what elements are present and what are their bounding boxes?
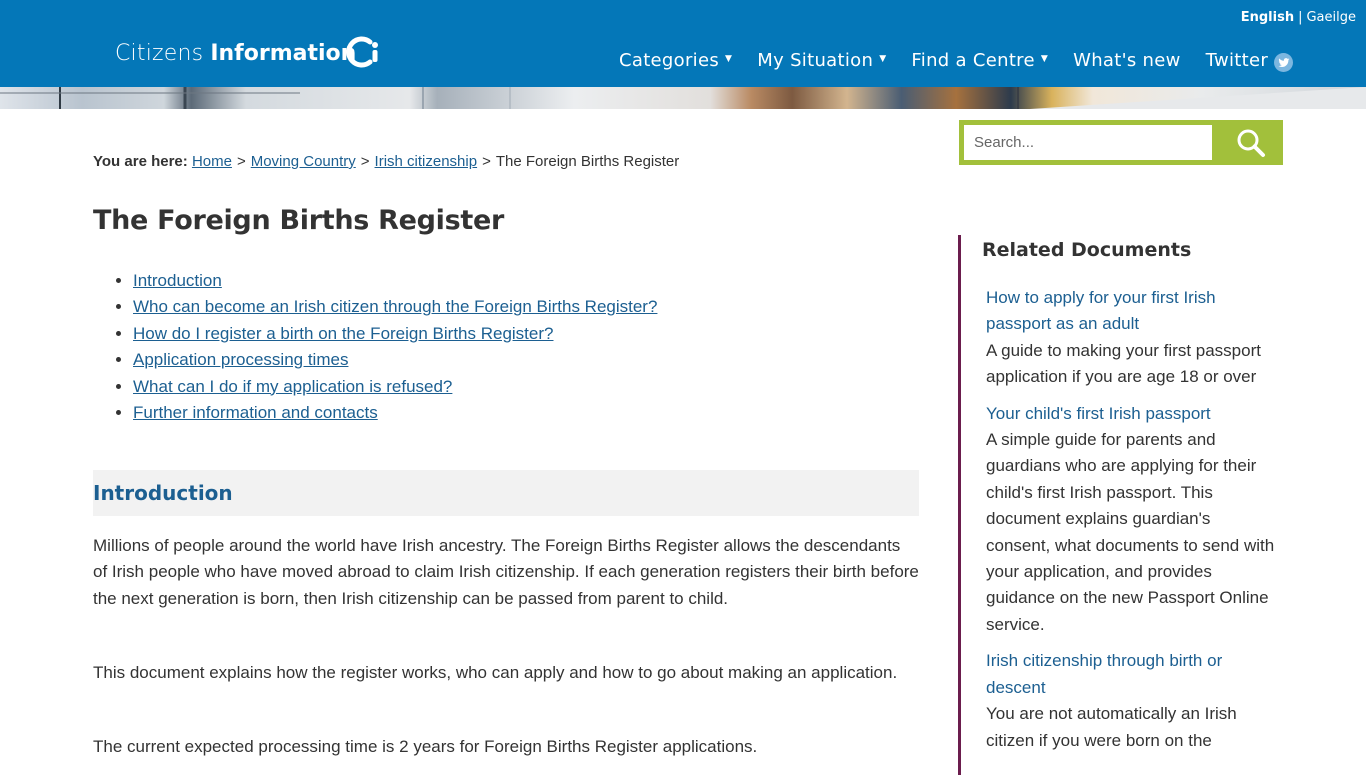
- intro-paragraph-1: Millions of people around the world have…: [93, 536, 919, 608]
- toc-link-refused[interactable]: What can I do if my application is refus…: [133, 377, 452, 396]
- breadcrumb-separator: >: [236, 153, 246, 170]
- main-nav: Categories ▼ My Situation ▼ Find a Centr…: [619, 50, 1318, 72]
- related-description: A guide to making your first passport ap…: [986, 340, 1261, 387]
- magnifier-icon: [1237, 129, 1265, 157]
- section-header-introduction: Introduction: [93, 470, 919, 516]
- breadcrumb-current: The Foreign Births Register: [495, 153, 680, 170]
- lang-separator: |: [1298, 10, 1303, 25]
- toc-item: Further information and contacts: [133, 400, 657, 426]
- related-description: A simple guide for parents and guardians…: [986, 430, 1275, 634]
- breadcrumb-label: You are here:: [93, 153, 188, 170]
- related-link[interactable]: How to apply for your first Irish passpo…: [986, 285, 1276, 338]
- header-banner-image: [0, 87, 1366, 109]
- caret-down-icon: ▼: [879, 53, 887, 64]
- logo-ci-icon: [346, 36, 378, 68]
- breadcrumb-link-home[interactable]: Home: [192, 153, 232, 170]
- toc-link-how-do-i-register[interactable]: How do I register a birth on the Foreign…: [133, 324, 553, 343]
- site-logo[interactable]: Citizens Information: [115, 33, 356, 73]
- related-link[interactable]: Irish citizenship through birth or desce…: [986, 648, 1276, 701]
- related-documents-list: How to apply for your first Irish passpo…: [986, 285, 1276, 764]
- section-heading: Introduction: [93, 481, 233, 505]
- sidebar-title: Related Documents: [982, 239, 1192, 261]
- breadcrumb-link-irish-citizenship[interactable]: Irish citizenship: [375, 153, 478, 170]
- caret-down-icon: ▼: [1040, 53, 1049, 64]
- related-item: Your child's first Irish passport A simp…: [986, 401, 1276, 639]
- nav-find-a-centre[interactable]: Find a Centre ▼: [911, 50, 1048, 71]
- caret-down-icon: ▼: [725, 53, 733, 64]
- lang-gaeilge-link[interactable]: Gaeilge: [1306, 10, 1356, 25]
- nav-whats-new-label: What's new: [1073, 50, 1181, 71]
- nav-my-situation[interactable]: My Situation ▼: [757, 50, 886, 71]
- toc-link-who-can-become[interactable]: Who can become an Irish citizen through …: [133, 297, 657, 316]
- nav-twitter-label: Twitter: [1205, 50, 1269, 71]
- related-documents-sidebar: Related Documents How to apply for your …: [958, 235, 1288, 775]
- toc-item: How do I register a birth on the Foreign…: [133, 321, 657, 347]
- nav-whats-new[interactable]: What's new: [1073, 50, 1181, 71]
- intro-paragraph-3: The current expected processing time is …: [93, 737, 758, 756]
- breadcrumb-separator: >: [360, 153, 370, 170]
- related-link[interactable]: Your child's first Irish passport: [986, 401, 1276, 427]
- related-item: Irish citizenship through birth or desce…: [986, 648, 1276, 754]
- nav-my-situation-label: My Situation: [757, 50, 874, 71]
- nav-twitter[interactable]: Twitter: [1205, 50, 1294, 72]
- logo-text-citizens: Citizens: [115, 40, 204, 66]
- toc-item: Who can become an Irish citizen through …: [133, 294, 657, 320]
- related-description: You are not automatically an Irish citiz…: [986, 704, 1237, 750]
- toc-link-introduction[interactable]: Introduction: [133, 271, 222, 290]
- toc-item: What can I do if my application is refus…: [133, 374, 657, 400]
- search-input[interactable]: [964, 125, 1212, 160]
- breadcrumb-link-moving-country[interactable]: Moving Country: [251, 153, 356, 170]
- breadcrumb: You are here: Home > Moving Country > Irish …: [93, 153, 679, 170]
- related-item: How to apply for your first Irish passpo…: [986, 285, 1276, 391]
- nav-find-a-centre-label: Find a Centre: [911, 50, 1035, 71]
- nav-categories[interactable]: Categories ▼: [619, 50, 732, 71]
- search-box: [959, 120, 1283, 165]
- toc-link-processing-times[interactable]: Application processing times: [133, 350, 348, 369]
- banner-decoration: [0, 87, 1366, 109]
- intro-paragraph-2: This document explains how the register …: [93, 663, 898, 682]
- nav-categories-label: Categories: [619, 50, 720, 71]
- table-of-contents: Introduction Who can become an Irish cit…: [93, 268, 657, 426]
- search-button[interactable]: [1223, 125, 1278, 160]
- toc-item: Application processing times: [133, 347, 657, 373]
- toc-link-further-info[interactable]: Further information and contacts: [133, 403, 378, 422]
- twitter-bird-icon: [1274, 53, 1294, 72]
- logo-text-information: Information: [210, 40, 357, 66]
- page-title: The Foreign Births Register: [93, 205, 505, 236]
- toc-item: Introduction: [133, 268, 657, 294]
- language-switcher: English | Gaeilge: [1241, 10, 1356, 25]
- lang-english-link[interactable]: English: [1241, 10, 1294, 25]
- breadcrumb-separator: >: [482, 153, 491, 170]
- site-header: Citizens Information English | Gaeilge Cat…: [0, 0, 1366, 87]
